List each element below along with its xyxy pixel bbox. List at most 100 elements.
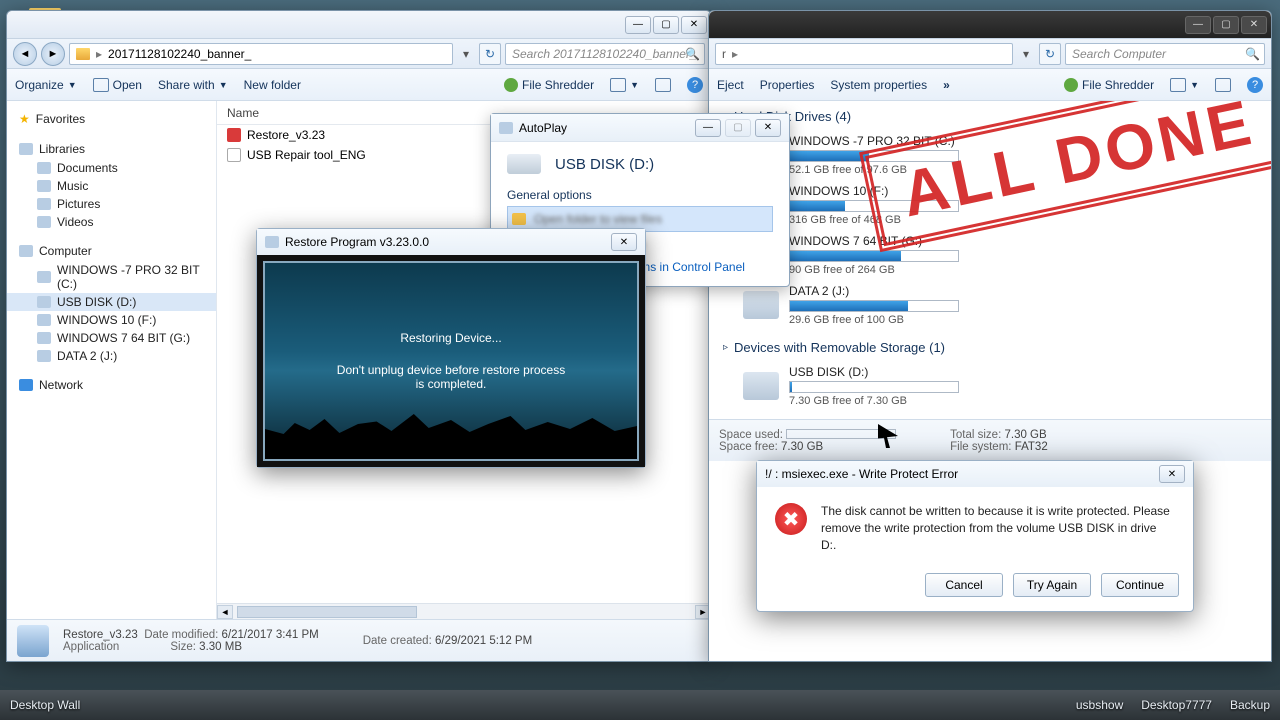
address-dropdown[interactable]: ▾ [457, 47, 475, 61]
sidebar-item-music[interactable]: Music [7, 177, 216, 195]
removable-header[interactable]: ▹Devices with Removable Storage (1) [723, 340, 1257, 355]
path-text: 20171128102240_banner_ [108, 47, 251, 61]
search-icon: 🔍 [1245, 47, 1260, 61]
restore-icon [265, 236, 279, 248]
autoplay-titlebar[interactable]: AutoPlay — ▢ ✕ [491, 114, 789, 142]
status-bar: Space used: Space free: 7.30 GB Total si… [709, 419, 1271, 461]
cancel-button[interactable]: Cancel [925, 573, 1003, 597]
computer-header[interactable]: Computer [7, 241, 216, 261]
drives-pane: ▹Hard Disk Drives (4) WINDOWS -7 PRO 32 … [709, 101, 1271, 419]
sidebar-drive-c[interactable]: WINDOWS -7 PRO 32 BIT (C:) [7, 261, 216, 293]
toolbar: Eject Properties System properties » Fil… [709, 69, 1271, 101]
usage-bar [789, 300, 959, 312]
file-shredder-button[interactable]: File Shredder [1064, 78, 1154, 92]
drive-item[interactable]: WINDOWS 7 64 BIT (G:) 90 GB free of 264 … [723, 230, 1257, 280]
properties-button[interactable]: Properties [760, 78, 815, 92]
usb-label: USB DISK (D:) [555, 156, 654, 173]
sidebar-item-videos[interactable]: Videos [7, 213, 216, 231]
restore-warning: Don't unplug device before restore proce… [337, 363, 565, 377]
continue-button[interactable]: Continue [1101, 573, 1179, 597]
network-icon [19, 379, 33, 391]
pdf-icon [227, 128, 241, 142]
search-input[interactable]: Search 20171128102240_banner_ 🔍 [505, 43, 705, 65]
folder-icon [76, 48, 90, 60]
view-button[interactable]: ▼ [610, 78, 639, 92]
new-folder-button[interactable]: New folder [244, 78, 301, 92]
taskbar-item[interactable]: Backup [1230, 698, 1270, 712]
taskbar-item[interactable]: usbshow [1076, 698, 1123, 712]
restore-titlebar[interactable]: Restore Program v3.23.0.0 ✕ [257, 229, 645, 255]
refresh-button[interactable]: ↻ [1039, 43, 1061, 65]
preview-pane-button[interactable] [1215, 78, 1231, 92]
taskbar[interactable]: Desktop Wall usbshow Desktop7777 Backup [0, 690, 1280, 720]
error-titlebar[interactable]: !/ : msiexec.exe - Write Protect Error ✕ [757, 461, 1193, 487]
close-button[interactable]: ✕ [1241, 16, 1267, 34]
usage-bar [789, 381, 959, 393]
forward-button[interactable]: ► [41, 42, 65, 66]
network-header[interactable]: Network [7, 375, 216, 395]
app-icon [17, 625, 49, 657]
refresh-button[interactable]: ↻ [479, 43, 501, 65]
search-input[interactable]: Search Computer 🔍 [1065, 43, 1265, 65]
sidebar: ★Favorites Libraries Documents Music Pic… [7, 101, 217, 619]
sidebar-drive-g[interactable]: WINDOWS 7 64 BIT (G:) [7, 329, 216, 347]
drive-item[interactable]: DATA 2 (J:) 29.6 GB free of 100 GB [723, 280, 1257, 330]
restore-screen: Restoring Device... Don't unplug device … [263, 261, 639, 461]
hard-drives-header[interactable]: ▹Hard Disk Drives (4) [723, 109, 1257, 124]
drive-item[interactable]: WINDOWS -7 PRO 32 BIT (C:) 52.1 GB free … [723, 130, 1257, 180]
error-icon: ✖ [775, 503, 807, 535]
system-properties-button[interactable]: System properties [830, 78, 927, 92]
taskbar-item[interactable]: Desktop7777 [1141, 698, 1212, 712]
preview-pane-button[interactable] [655, 78, 671, 92]
back-button[interactable]: ◄ [13, 42, 37, 66]
titlebar[interactable]: — ▢ ✕ [7, 11, 711, 39]
address-bar: r▸ ▾ ↻ Search Computer 🔍 [709, 39, 1271, 69]
shredder-icon [504, 78, 518, 92]
address-field[interactable]: ▸ 20171128102240_banner_ [69, 43, 453, 65]
usage-bar [789, 200, 959, 212]
scroll-left-button[interactable]: ◄ [217, 605, 233, 619]
help-icon[interactable]: ? [1247, 77, 1263, 93]
minimize-button[interactable]: — [625, 16, 651, 34]
titlebar[interactable]: — ▢ ✕ [709, 11, 1271, 39]
favorites-header[interactable]: ★Favorites [7, 109, 216, 129]
skyline-graphic [265, 409, 637, 459]
sidebar-item-documents[interactable]: Documents [7, 159, 216, 177]
usage-bar [789, 250, 959, 262]
sidebar-drive-j[interactable]: DATA 2 (J:) [7, 347, 216, 365]
address-dropdown[interactable]: ▾ [1017, 47, 1035, 61]
drive-item[interactable]: WINDOWS 10 (F:) 316 GB free of 468 GB [723, 180, 1257, 230]
close-button[interactable]: ✕ [1159, 465, 1185, 483]
organize-button[interactable]: Organize ▼ [15, 78, 77, 92]
sidebar-drive-d[interactable]: USB DISK (D:) [7, 293, 216, 311]
close-button[interactable]: ✕ [681, 16, 707, 34]
general-options-label: General options [507, 188, 773, 202]
maximize-button[interactable]: ▢ [653, 16, 679, 34]
close-button[interactable]: ✕ [755, 119, 781, 137]
minimize-button[interactable]: — [1185, 16, 1211, 34]
close-button[interactable]: ✕ [611, 233, 637, 251]
address-bar: ◄ ► ▸ 20171128102240_banner_ ▾ ↻ Search … [7, 39, 711, 69]
restore-warning: is completed. [337, 377, 565, 391]
horizontal-scrollbar[interactable]: ◄ ► [217, 603, 711, 619]
libraries-header[interactable]: Libraries [7, 139, 216, 159]
share-button[interactable]: Share with ▼ [158, 78, 228, 92]
status-bar: Restore_v3.23 Date modified: 6/21/2017 3… [7, 619, 711, 661]
drive-item[interactable]: USB DISK (D:) 7.30 GB free of 7.30 GB [723, 361, 1257, 411]
scroll-thumb[interactable] [237, 606, 417, 618]
open-button[interactable]: Open [93, 78, 142, 92]
file-shredder-button[interactable]: File Shredder [504, 78, 594, 92]
sidebar-item-pictures[interactable]: Pictures [7, 195, 216, 213]
minimize-button[interactable]: — [695, 119, 721, 137]
try-again-button[interactable]: Try Again [1013, 573, 1091, 597]
eject-button[interactable]: Eject [717, 78, 744, 92]
maximize-button[interactable]: ▢ [1213, 16, 1239, 34]
view-button[interactable]: ▼ [1170, 78, 1199, 92]
restore-status: Restoring Device... [400, 331, 501, 345]
address-field[interactable]: r▸ [715, 43, 1013, 65]
autoplay-icon [499, 122, 513, 134]
error-message: The disk cannot be written to because it… [821, 503, 1175, 553]
sidebar-drive-f[interactable]: WINDOWS 10 (F:) [7, 311, 216, 329]
more-button[interactable]: » [943, 78, 950, 92]
help-icon[interactable]: ? [687, 77, 703, 93]
